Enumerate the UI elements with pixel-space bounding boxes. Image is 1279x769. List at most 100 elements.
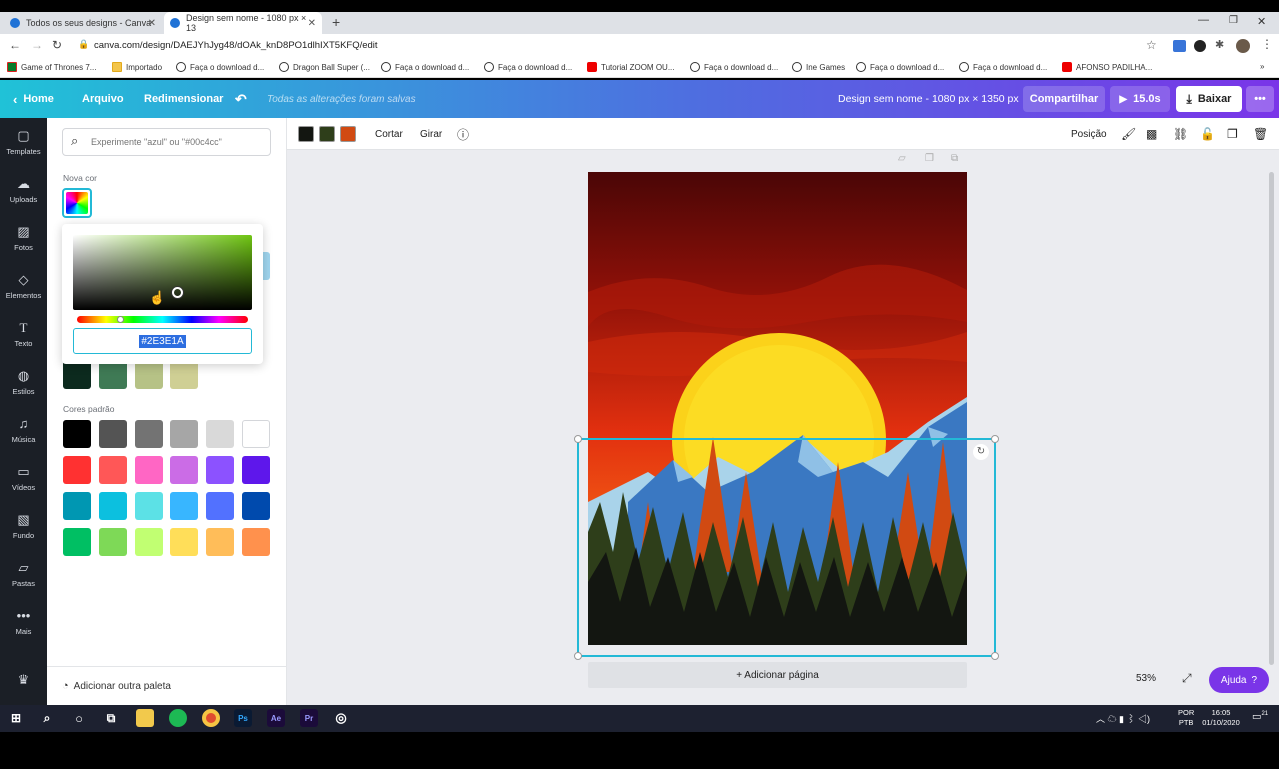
profile-avatar[interactable] xyxy=(1236,39,1250,53)
fullscreen-icon[interactable]: ⤢ xyxy=(1182,671,1192,686)
app-icon[interactable]: ◎ xyxy=(332,709,350,727)
lock-element-icon[interactable]: 🔓 xyxy=(1200,118,1215,150)
bookmark-item[interactable]: Faça o download d... xyxy=(690,62,778,72)
photo-color-swatch[interactable] xyxy=(170,361,198,389)
default-color-swatch[interactable] xyxy=(170,456,198,484)
add-palette-button[interactable]: ◔ Adicionar outra paleta xyxy=(62,680,171,692)
undo-icon[interactable]: ↶ xyxy=(235,80,247,118)
sidebar-item-videos[interactable]: ▭ Vídeos xyxy=(0,454,47,502)
default-color-swatch[interactable] xyxy=(170,492,198,520)
back-icon[interactable]: ← xyxy=(9,38,21,52)
default-color-swatch[interactable] xyxy=(242,456,270,484)
vertical-scrollbar[interactable] xyxy=(1269,172,1274,665)
bookmark-item[interactable]: AFONSO PADILHA... xyxy=(1062,62,1152,72)
new-color-swatch[interactable] xyxy=(62,188,92,218)
bookmark-item[interactable]: Faça o download d... xyxy=(381,62,469,72)
extension-es-icon[interactable] xyxy=(1194,40,1206,52)
duplicate-page-icon[interactable]: ❐ xyxy=(925,153,934,164)
close-tab-icon[interactable]: ✕ xyxy=(308,18,316,29)
color-chip[interactable] xyxy=(319,126,335,142)
color-search-input[interactable] xyxy=(91,134,266,150)
default-color-swatch[interactable] xyxy=(170,420,198,448)
default-color-swatch[interactable] xyxy=(242,492,270,520)
notification-icon[interactable]: ▭21 xyxy=(1252,711,1268,722)
cortana-icon[interactable]: ○ xyxy=(70,709,88,727)
bookmark-folder[interactable]: Importado xyxy=(112,62,162,72)
duplicate-icon[interactable]: ❐ xyxy=(1227,118,1238,150)
premiere-icon[interactable]: Pr xyxy=(300,709,318,727)
trash-icon[interactable]: 🗑 xyxy=(1253,118,1268,150)
default-color-swatch[interactable] xyxy=(135,456,163,484)
add-page-icon[interactable]: ⧉ xyxy=(951,153,958,164)
resize-button[interactable]: Redimensionar xyxy=(144,80,223,118)
resize-handle[interactable] xyxy=(574,652,582,660)
saturation-area[interactable]: ☝ xyxy=(73,235,252,310)
default-color-swatch[interactable] xyxy=(99,528,127,556)
bookmark-item[interactable]: Faça o download d... xyxy=(856,62,944,72)
restore-icon[interactable]: ❐ xyxy=(1229,15,1238,26)
design-title[interactable]: Design sem nome - 1080 px × 1350 px xyxy=(838,80,1019,118)
download-button[interactable]: ⤓ Baixar xyxy=(1176,86,1242,112)
default-color-swatch[interactable] xyxy=(63,456,91,484)
windows-start-icon[interactable]: ⊞ xyxy=(7,709,25,727)
hue-slider[interactable] xyxy=(77,316,248,323)
reload-icon[interactable]: ↻ xyxy=(52,38,62,52)
language-indicator[interactable]: POR PTB xyxy=(1178,708,1194,728)
hex-input[interactable]: #2E3E1A xyxy=(73,328,252,354)
forward-icon[interactable]: → xyxy=(31,38,43,52)
default-color-swatch[interactable] xyxy=(206,456,234,484)
zoom-level[interactable]: 53% xyxy=(1136,673,1156,684)
photo-color-swatch[interactable] xyxy=(99,361,127,389)
photo-color-swatch[interactable] xyxy=(63,361,91,389)
sidebar-item-text[interactable]: T Texto xyxy=(0,310,47,358)
color-chip[interactable] xyxy=(340,126,356,142)
crown-icon[interactable]: ♛ xyxy=(0,658,47,702)
default-color-swatch[interactable] xyxy=(170,528,198,556)
copy-style-icon[interactable]: 🖌 xyxy=(1121,118,1136,150)
clock[interactable]: 16:05 01/10/2020 xyxy=(1200,708,1242,728)
default-color-swatch[interactable] xyxy=(242,420,270,448)
color-chip[interactable] xyxy=(298,126,314,142)
url-field[interactable]: 🔒 canva.com/design/DAEJYhJyg48/dOAk_knD8… xyxy=(70,37,1165,55)
chrome-icon[interactable] xyxy=(202,709,220,727)
photoshop-icon[interactable]: Ps xyxy=(234,709,252,727)
bookmark-item[interactable]: Faça o download d... xyxy=(484,62,572,72)
transparency-icon[interactable]: ▩ xyxy=(1146,118,1157,150)
sidebar-item-photos[interactable]: ▨ Fotos xyxy=(0,214,47,262)
default-color-swatch[interactable] xyxy=(242,528,270,556)
browser-tab-active[interactable]: Design sem nome - 1080 px × 13 ✕ xyxy=(164,12,322,34)
saturation-handle[interactable] xyxy=(172,287,183,298)
search-icon[interactable]: ⌕ xyxy=(38,709,56,727)
bookmark-item[interactable]: Ine Games xyxy=(792,62,845,72)
file-explorer-icon[interactable] xyxy=(136,709,154,727)
extensions-puzzle-icon[interactable]: ✱ xyxy=(1215,38,1224,51)
browser-tab[interactable]: Todos os seus designs - Canva ✕ xyxy=(4,12,162,34)
task-view-icon[interactable]: ⧉ xyxy=(102,709,120,727)
default-color-swatch[interactable] xyxy=(206,420,234,448)
resize-handle[interactable] xyxy=(991,435,999,443)
bookmark-item[interactable]: Faça o download d... xyxy=(959,62,1047,72)
default-color-swatch[interactable] xyxy=(135,420,163,448)
sidebar-item-background[interactable]: ▧ Fundo xyxy=(0,502,47,550)
sidebar-item-music[interactable]: ♫ Música xyxy=(0,406,47,454)
home-button[interactable]: ‹ Home xyxy=(13,80,54,118)
share-button[interactable]: Compartilhar xyxy=(1023,86,1105,112)
crop-button[interactable]: Cortar xyxy=(375,118,403,150)
page-notes-icon[interactable]: ▱ xyxy=(898,153,906,164)
minimize-icon[interactable]: — xyxy=(1198,14,1209,26)
browser-menu-icon[interactable]: ⋮ xyxy=(1261,37,1273,51)
resize-handle[interactable] xyxy=(991,652,999,660)
sidebar-item-templates[interactable]: ▢ Templates xyxy=(0,118,47,166)
close-window-icon[interactable]: ✕ xyxy=(1257,15,1266,28)
selection-box[interactable]: ↻ xyxy=(574,435,999,660)
default-color-swatch[interactable] xyxy=(206,528,234,556)
default-color-swatch[interactable] xyxy=(206,492,234,520)
add-page-button[interactable]: + Adicionar página xyxy=(588,662,967,688)
default-color-swatch[interactable] xyxy=(99,456,127,484)
spotify-icon[interactable] xyxy=(169,709,187,727)
default-color-swatch[interactable] xyxy=(135,528,163,556)
rotate-icon[interactable]: ↻ xyxy=(973,444,989,460)
photo-color-swatch[interactable] xyxy=(135,361,163,389)
link-icon[interactable]: ⛓ xyxy=(1173,118,1188,150)
default-color-swatch[interactable] xyxy=(99,420,127,448)
